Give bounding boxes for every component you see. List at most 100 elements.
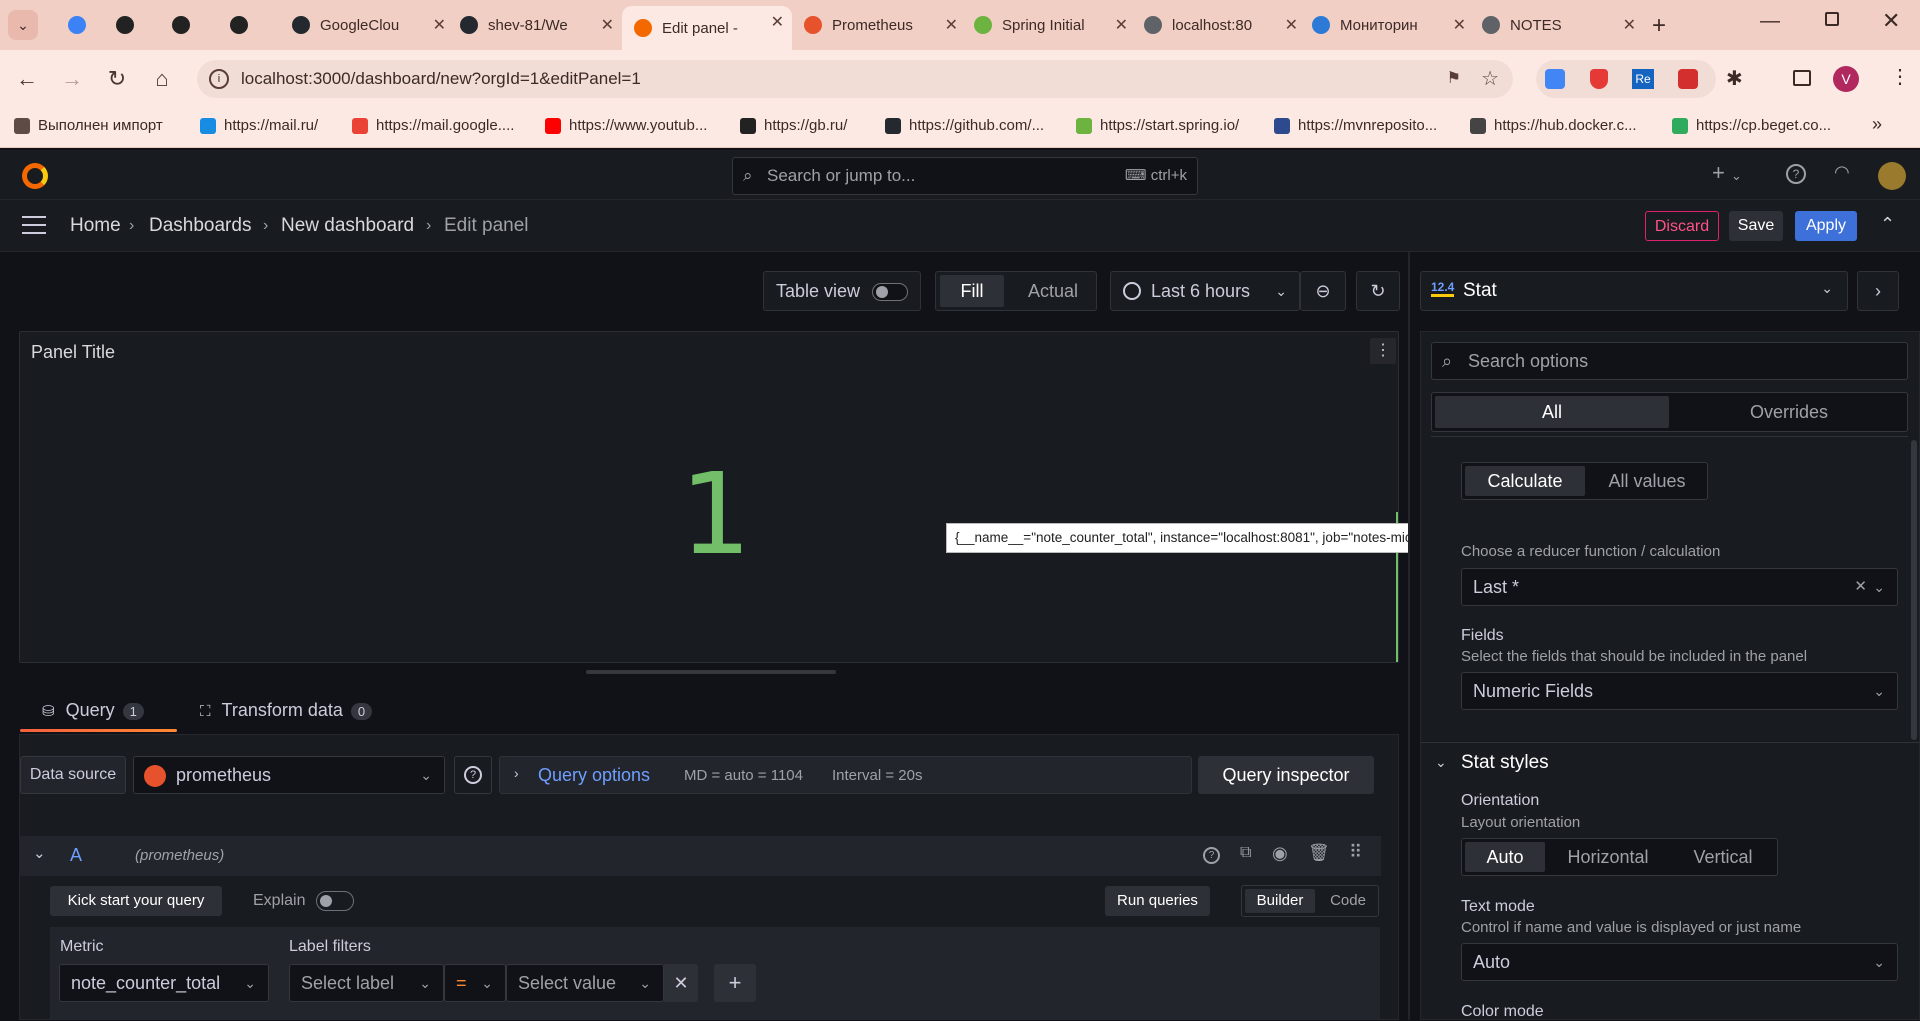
- delete-query-icon[interactable]: 🗑: [1308, 843, 1330, 863]
- tab-close-icon[interactable]: ✕: [945, 15, 958, 35]
- bookmark-item[interactable]: https://gb.ru/: [740, 117, 847, 134]
- time-range-picker[interactable]: Last 6 hours ⌄: [1110, 271, 1300, 311]
- datasource-help-icon[interactable]: ?: [454, 756, 492, 794]
- orientation-vertical-button[interactable]: Vertical: [1670, 842, 1776, 872]
- breadcrumb-new-dashboard[interactable]: New dashboard: [281, 215, 414, 237]
- metric-select[interactable]: note_counter_total ⌄: [59, 964, 269, 1002]
- window-minimize-icon[interactable]: —: [1760, 10, 1780, 33]
- bookmark-item[interactable]: https://github.com/...: [885, 117, 1044, 134]
- select-label[interactable]: Select label ⌄: [289, 964, 444, 1002]
- browser-tab[interactable]: [62, 9, 100, 41]
- grafana-search-input[interactable]: ⌕ Search or jump to... ⌨ ctrl+k: [732, 157, 1198, 195]
- bookmark-item[interactable]: https://mvnreposito...: [1274, 117, 1437, 134]
- profile-avatar[interactable]: V: [1833, 66, 1859, 92]
- kick-start-button[interactable]: Kick start your query: [50, 886, 222, 916]
- options-scrollbar[interactable]: [1911, 440, 1917, 740]
- bookmark-item[interactable]: https://start.spring.io/: [1076, 117, 1239, 134]
- collapse-stat-styles-icon[interactable]: ⌄: [1435, 754, 1447, 771]
- home-icon[interactable]: ⌂: [145, 62, 179, 96]
- new-tab-button[interactable]: +: [1652, 12, 1666, 40]
- options-search-input[interactable]: ⌕ Search options: [1431, 342, 1908, 380]
- query-inspector-button[interactable]: Query inspector: [1198, 756, 1374, 794]
- panel-menu-icon[interactable]: ⋮: [1370, 338, 1396, 364]
- browser-tab[interactable]: shev-81/We ✕: [454, 9, 622, 41]
- calculate-button[interactable]: Calculate: [1465, 466, 1585, 496]
- clear-icon[interactable]: ✕: [1854, 569, 1867, 605]
- toggle-switch[interactable]: [872, 283, 908, 301]
- browser-tab[interactable]: [110, 9, 148, 41]
- tab-query[interactable]: ⛁ Query 1: [42, 700, 144, 721]
- query-help-icon[interactable]: ?: [1203, 847, 1220, 864]
- breadcrumb-dashboards[interactable]: Dashboards: [149, 215, 251, 237]
- duplicate-query-icon[interactable]: ⧉: [1240, 844, 1251, 862]
- zoom-out-button[interactable]: ⊖: [1300, 271, 1346, 311]
- drag-handle-icon[interactable]: ⠿: [1349, 842, 1362, 863]
- bookmark-item[interactable]: https://cp.beget.co...: [1672, 117, 1831, 134]
- bookmark-item[interactable]: https://mail.ru/: [200, 117, 318, 134]
- extension-re-icon[interactable]: Re: [1632, 69, 1654, 89]
- browser-tab[interactable]: Edit panel - ✕: [622, 6, 792, 50]
- bookmark-item[interactable]: https://mail.google....: [352, 117, 514, 134]
- collapse-chevron-icon[interactable]: ⌃: [1880, 214, 1895, 235]
- bookmark-item[interactable]: Выполнен импорт: [14, 117, 163, 134]
- datasource-picker[interactable]: prometheus ⌄: [133, 756, 445, 794]
- bookmark-item[interactable]: https://www.youtub...: [545, 117, 707, 134]
- calculation-select[interactable]: Last * ✕ ⌄: [1461, 568, 1898, 606]
- tab-close-icon[interactable]: ✕: [433, 15, 446, 35]
- window-restore-icon[interactable]: [1825, 12, 1839, 26]
- remove-filter-button[interactable]: ✕: [664, 964, 698, 1002]
- reload-icon[interactable]: ↻: [100, 62, 134, 96]
- forward-icon[interactable]: →: [55, 62, 89, 96]
- browser-tab[interactable]: Мониторин ✕: [1306, 9, 1474, 41]
- window-close-icon[interactable]: ✕: [1882, 8, 1900, 34]
- news-feed-icon[interactable]: ◠: [1834, 162, 1850, 183]
- save-button[interactable]: Save: [1729, 211, 1783, 241]
- stat-styles-header[interactable]: Stat styles: [1461, 752, 1549, 774]
- tab-all[interactable]: All: [1435, 396, 1669, 428]
- collapse-options-button[interactable]: ›: [1857, 271, 1899, 311]
- tab-close-icon[interactable]: ✕: [1115, 15, 1128, 35]
- builder-mode-button[interactable]: Builder: [1245, 889, 1315, 913]
- grafana-logo-icon[interactable]: [22, 163, 48, 189]
- tab-search-button[interactable]: ⌄: [8, 10, 38, 40]
- bookmark-star-icon[interactable]: ☆: [1481, 60, 1499, 98]
- bookmark-item[interactable]: https://hub.docker.c...: [1470, 117, 1637, 134]
- bookmarks-overflow-icon[interactable]: »: [1872, 114, 1882, 135]
- fill-button[interactable]: Fill: [940, 275, 1004, 307]
- panel-resize-handle[interactable]: [586, 670, 836, 674]
- code-mode-button[interactable]: Code: [1320, 889, 1376, 913]
- run-queries-button[interactable]: Run queries: [1105, 886, 1210, 916]
- menu-icon[interactable]: [22, 216, 46, 234]
- browser-tab[interactable]: Spring Initial ✕: [968, 9, 1136, 41]
- tab-overrides[interactable]: Overrides: [1672, 396, 1906, 428]
- browser-tab[interactable]: GoogleClou ✕: [286, 9, 454, 41]
- site-info-icon[interactable]: i: [209, 69, 229, 89]
- translate-icon[interactable]: ⚑: [1447, 60, 1461, 98]
- refresh-button[interactable]: ↻: [1356, 271, 1400, 311]
- all-values-button[interactable]: All values: [1588, 466, 1706, 496]
- select-value[interactable]: Select value ⌄: [506, 964, 664, 1002]
- text-mode-select[interactable]: Auto ⌄: [1461, 943, 1898, 981]
- tab-close-icon[interactable]: ✕: [1623, 15, 1636, 35]
- actual-button[interactable]: Actual: [1016, 275, 1090, 307]
- extension-translate-icon[interactable]: [1545, 69, 1565, 89]
- user-avatar[interactable]: [1878, 162, 1906, 190]
- extension-shield-icon[interactable]: [1590, 69, 1608, 89]
- browser-tab[interactable]: localhost:80 ✕: [1138, 9, 1306, 41]
- orientation-auto-button[interactable]: Auto: [1465, 842, 1545, 872]
- browser-tab[interactable]: [224, 9, 262, 41]
- query-ref-id[interactable]: A: [70, 845, 82, 866]
- orientation-horizontal-button[interactable]: Horizontal: [1548, 842, 1668, 872]
- side-panel-icon[interactable]: [1793, 70, 1811, 86]
- operator-select[interactable]: = ⌄: [444, 964, 506, 1002]
- tab-close-icon[interactable]: ✕: [601, 15, 614, 35]
- browser-tab[interactable]: [166, 9, 204, 41]
- browser-tab[interactable]: NOTES ✕: [1476, 9, 1644, 41]
- help-icon[interactable]: ?: [1786, 164, 1806, 184]
- tab-close-icon[interactable]: ✕: [771, 12, 784, 32]
- add-filter-button[interactable]: +: [714, 964, 756, 1002]
- fields-select[interactable]: Numeric Fields ⌄: [1461, 672, 1898, 710]
- tab-transform-data[interactable]: ⛶ Transform data 0: [200, 700, 373, 721]
- back-icon[interactable]: ←: [10, 62, 44, 96]
- tab-close-icon[interactable]: ✕: [1453, 15, 1466, 35]
